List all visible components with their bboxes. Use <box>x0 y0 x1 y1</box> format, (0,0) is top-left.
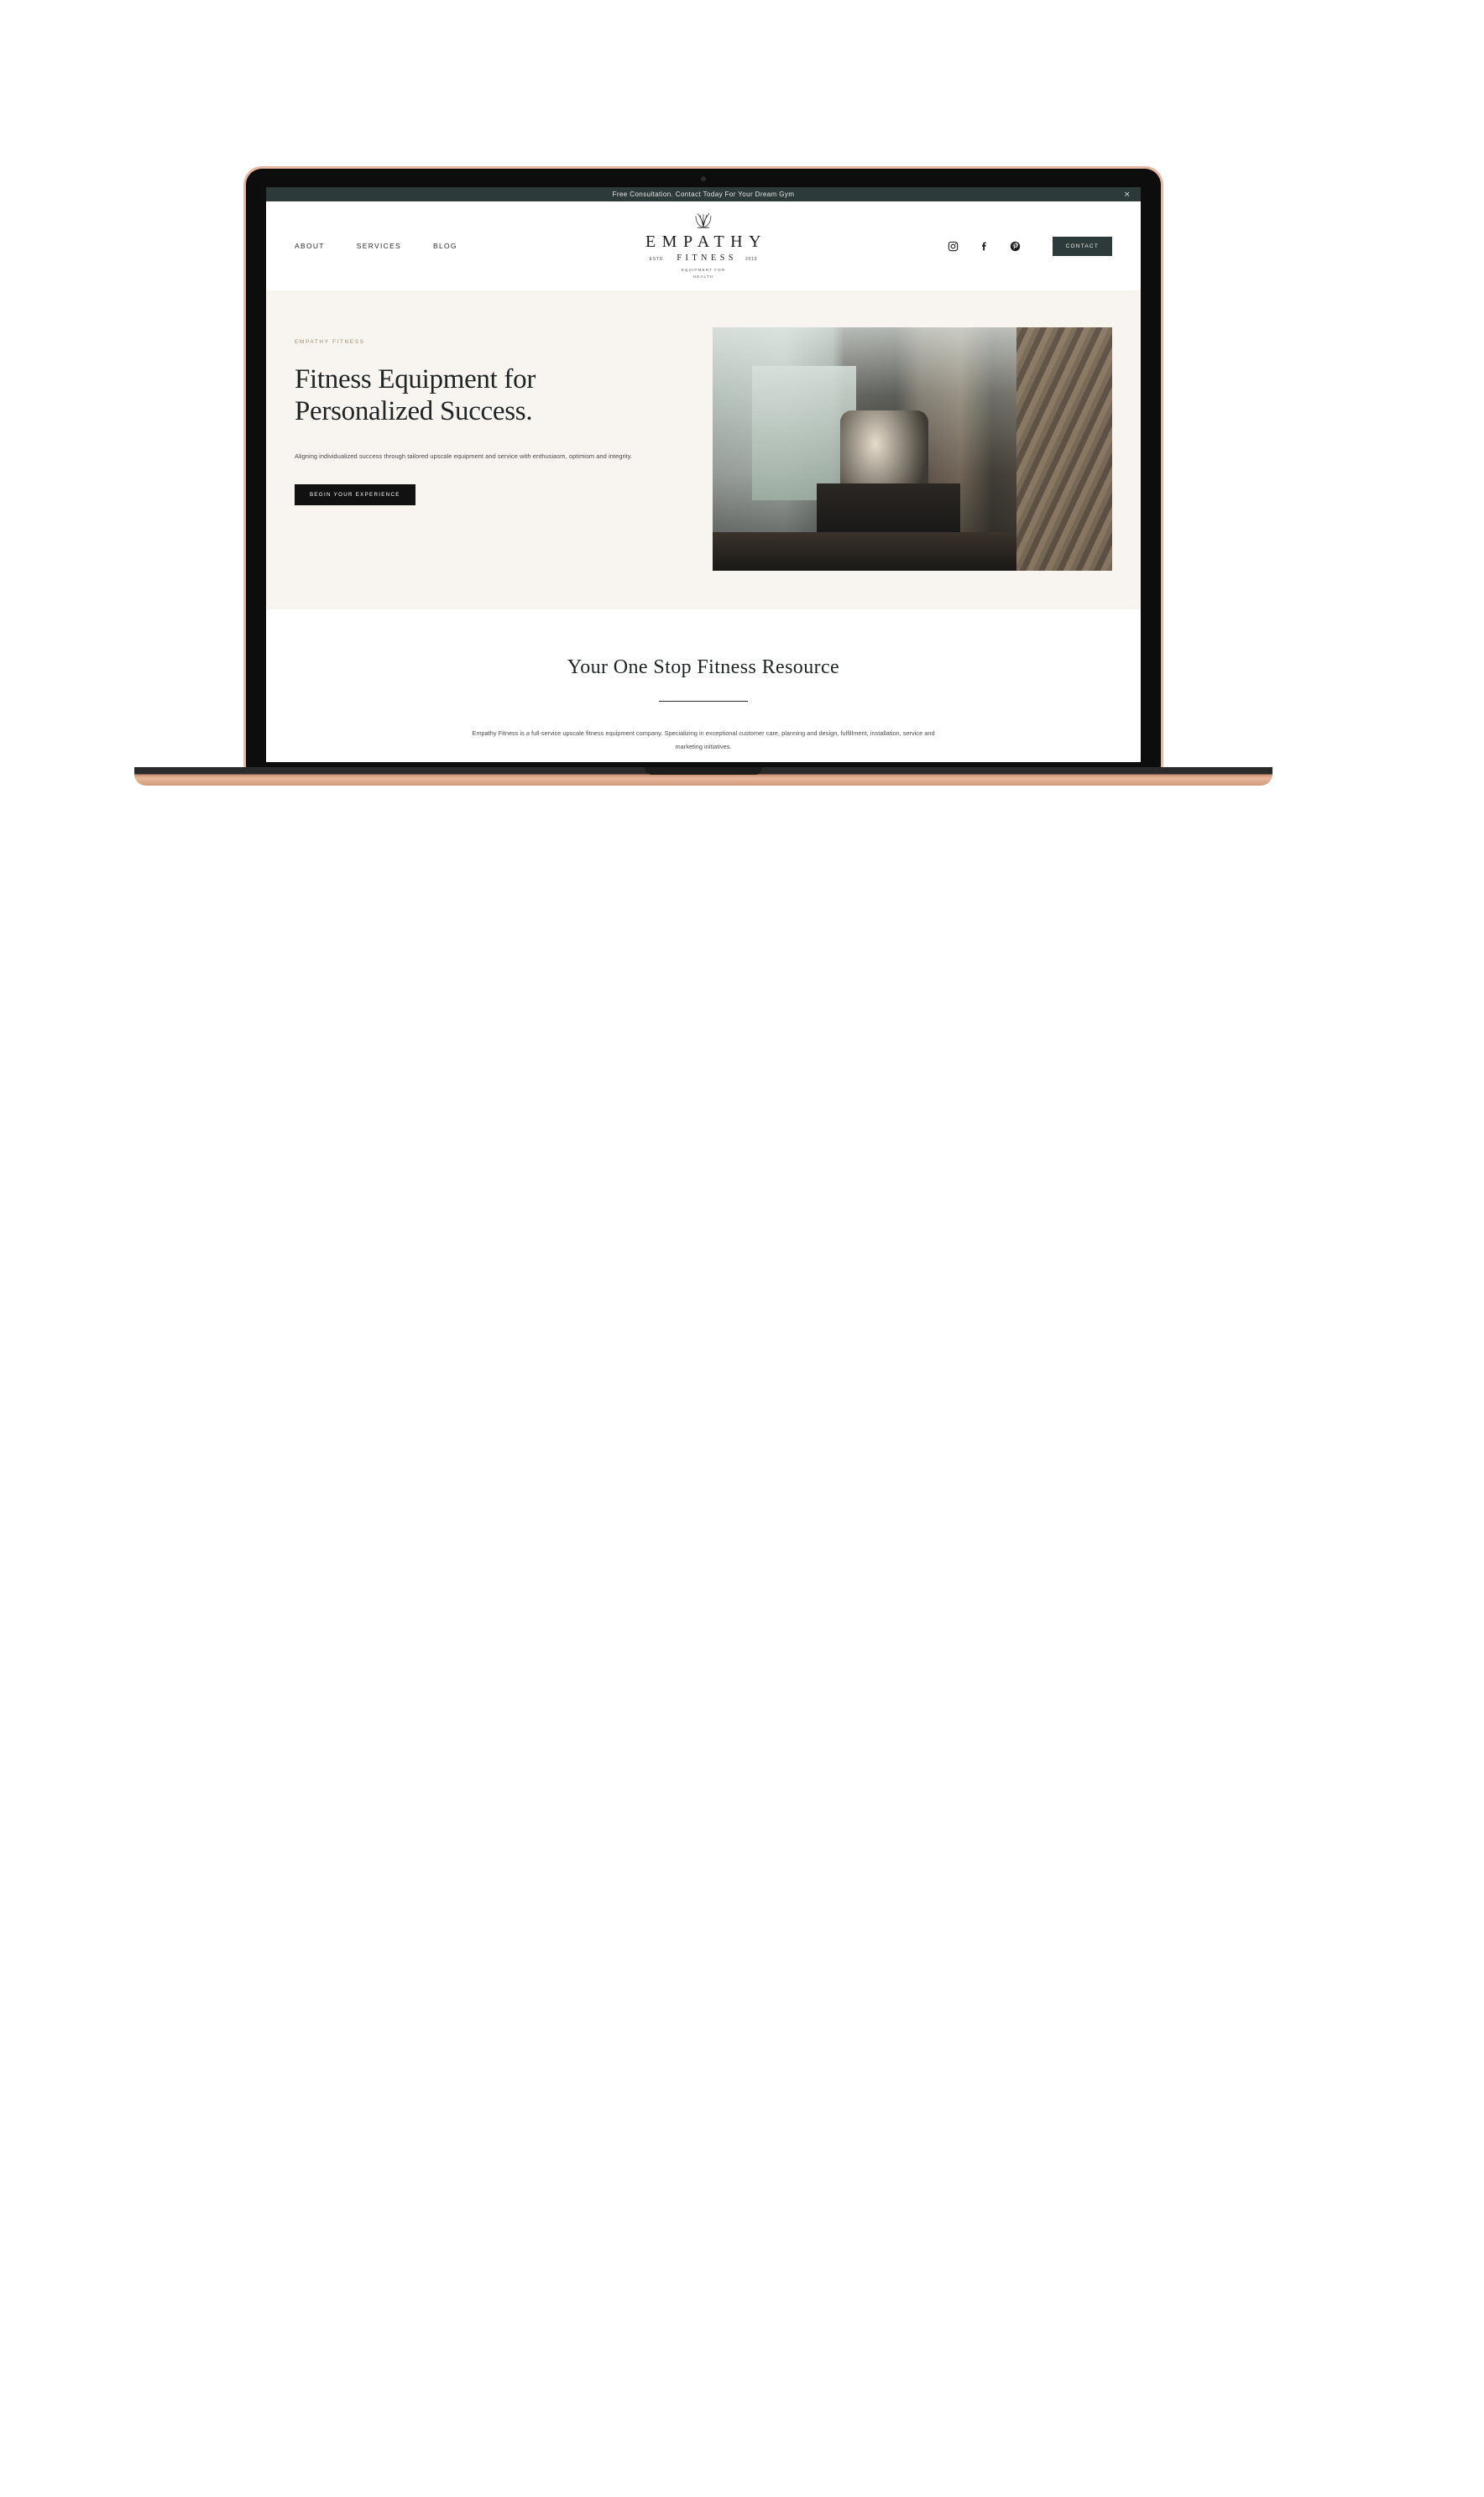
intro-heading: Your One Stop Fitness Resource <box>567 656 840 678</box>
browser-viewport: Free Consultation. Contact Today For You… <box>266 187 1141 762</box>
empathy-monogram-icon <box>695 212 712 228</box>
brand-year: 2019 <box>745 257 758 263</box>
brand-subline: ESTD. FITNESS 2019 <box>640 253 767 263</box>
hero-section: EMPATHY FITNESS Fitness Equipment for Pe… <box>266 290 1141 609</box>
pinterest-icon[interactable] <box>1010 241 1021 252</box>
site-header: ABOUT SERVICES BLOG EMPATHY ESTD. FITNES… <box>266 201 1141 290</box>
facebook-icon[interactable] <box>979 241 990 252</box>
webcam-icon <box>701 176 706 181</box>
nav-item-about[interactable]: ABOUT <box>295 242 325 250</box>
header-actions: CONTACT <box>948 236 1112 256</box>
hero-title: Fitness Equipment for Personalized Succe… <box>295 363 679 428</box>
brand-word: FITNESS <box>677 253 738 264</box>
brand-tagline-line1: EQUIPMENT FOR <box>681 268 726 273</box>
announcement-bar: Free Consultation. Contact Today For You… <box>266 187 1141 201</box>
hero-title-line1: Fitness Equipment for <box>295 364 536 394</box>
laptop-mockup: Free Consultation. Contact Today For You… <box>134 166 1272 787</box>
instagram-icon[interactable] <box>948 241 959 252</box>
nav-item-blog[interactable]: BLOG <box>433 242 457 250</box>
brand-logo[interactable]: EMPATHY ESTD. FITNESS 2019 EQUIPMENT FOR… <box>640 212 767 280</box>
intro-section: Your One Stop Fitness Resource Empathy F… <box>266 609 1141 762</box>
brand-estd: ESTD. <box>649 257 666 263</box>
hero-image <box>712 327 1112 571</box>
nav-item-services[interactable]: SERVICES <box>357 242 401 250</box>
intro-paragraph: Empathy Fitness is a full-service upscal… <box>472 729 935 751</box>
brand-tagline: EQUIPMENT FOR HEALTH <box>640 267 767 280</box>
laptop-bezel: Free Consultation. Contact Today For You… <box>243 166 1163 771</box>
primary-nav: ABOUT SERVICES BLOG <box>295 242 457 250</box>
brand-tagline-line2: HEALTH <box>692 274 714 279</box>
hero-copy: EMPATHY FITNESS Fitness Equipment for Pe… <box>295 327 679 571</box>
announcement-text: Free Consultation. Contact Today For You… <box>612 191 795 198</box>
hero-eyebrow: EMPATHY FITNESS <box>295 339 365 345</box>
hero-body: Aligning individualized success through … <box>295 452 633 460</box>
hero-image-wrap <box>712 327 1112 571</box>
contact-button[interactable]: CONTACT <box>1052 236 1112 256</box>
divider-rule <box>659 701 748 702</box>
close-icon[interactable]: ✕ <box>1124 191 1131 198</box>
laptop-notch <box>645 767 762 775</box>
begin-experience-button[interactable]: BEGIN YOUR EXPERIENCE <box>295 484 415 506</box>
hero-title-line2: Personalized Success. <box>295 396 533 427</box>
brand-name: EMPATHY <box>645 232 768 252</box>
